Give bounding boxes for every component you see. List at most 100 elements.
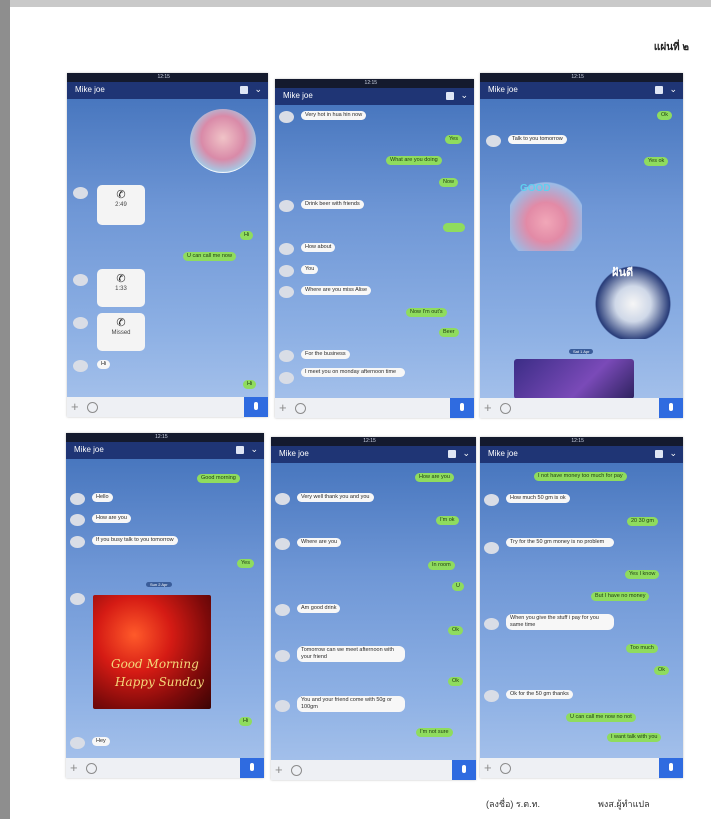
sheet-number-label: แผ่นที่ ๒ xyxy=(653,42,689,53)
chat-message: Hello xyxy=(92,493,113,502)
chat-message: How about xyxy=(301,243,336,252)
chevron-down-icon[interactable]: ⌄ xyxy=(250,444,258,455)
call-log-card[interactable]: ✆ Missed xyxy=(97,313,145,351)
contact-avatar xyxy=(70,536,85,548)
message-input-bar[interactable]: + xyxy=(66,758,264,778)
chat-message: Ok xyxy=(657,111,673,120)
microphone-icon[interactable] xyxy=(659,758,683,778)
chat-message: When you give the stuff i pay for you sa… xyxy=(506,614,614,630)
chat-message: Tomorrow can we meet afternoon with your… xyxy=(297,646,405,662)
menu-icon[interactable] xyxy=(655,86,663,94)
chat-message: Now xyxy=(439,178,459,187)
call-duration: 2:49 xyxy=(115,202,127,208)
chevron-down-icon[interactable]: ⌄ xyxy=(669,448,677,459)
plus-icon[interactable]: + xyxy=(71,399,79,415)
chat-message: I'm ok xyxy=(436,516,459,525)
menu-icon[interactable] xyxy=(655,450,663,458)
chat-message: Hey xyxy=(92,737,110,746)
emoji-icon[interactable] xyxy=(87,402,98,413)
menu-icon[interactable] xyxy=(236,446,244,454)
status-time: 12:15 xyxy=(157,74,170,80)
chat-message: How are you xyxy=(92,514,131,523)
plus-icon[interactable]: + xyxy=(484,400,492,416)
status-bar: 12:15 xyxy=(480,73,683,82)
chat-message: U can call me now no not xyxy=(566,713,636,722)
shared-image[interactable] xyxy=(514,359,634,399)
microphone-icon[interactable] xyxy=(240,758,264,778)
menu-icon[interactable] xyxy=(446,92,454,100)
message-input-bar[interactable]: + xyxy=(480,398,683,418)
chat-message: In room xyxy=(428,561,455,570)
chat-screenshot-4: 12:15 Mike joe ⌄ Good morning Hello How … xyxy=(66,433,264,778)
phone-icon: ✆ xyxy=(116,317,126,329)
microphone-icon[interactable] xyxy=(659,398,683,418)
microphone-icon[interactable] xyxy=(450,398,474,418)
contact-avatar xyxy=(275,538,290,550)
contact-avatar xyxy=(73,187,88,199)
microphone-icon[interactable] xyxy=(244,397,268,417)
contact-avatar xyxy=(484,542,499,554)
chat-message: How much 50 gm is ok xyxy=(506,494,570,503)
emoji-icon[interactable] xyxy=(500,763,511,774)
chat-title: Mike joe xyxy=(279,449,309,458)
chat-message: But I have no money xyxy=(591,592,650,601)
chevron-down-icon[interactable]: ⌄ xyxy=(669,84,677,95)
chat-message: For the business xyxy=(301,350,350,359)
chat-screenshot-6: 12:15 Mike joe ⌄ I not have money too mu… xyxy=(480,437,683,778)
contact-avatar xyxy=(70,514,85,526)
emoji-icon[interactable] xyxy=(295,403,306,414)
plus-icon[interactable]: + xyxy=(275,762,283,778)
message-input-bar[interactable]: + xyxy=(480,758,683,778)
contact-avatar xyxy=(486,135,501,147)
chat-title: Mike joe xyxy=(488,449,518,458)
sticker-caption: ฝันดี xyxy=(612,267,634,279)
page-left-border xyxy=(0,0,10,819)
status-bar: 12:15 xyxy=(67,73,268,82)
translator-label: พงส.ผู้ทำแปล xyxy=(598,799,650,809)
good-morning-image[interactable]: Good Morning Happy Sunday xyxy=(93,595,211,709)
chat-message: U xyxy=(452,582,464,591)
chat-message: Am good drink xyxy=(297,604,341,613)
chat-message: Where are you miss Alise xyxy=(301,286,372,295)
menu-icon[interactable] xyxy=(448,450,456,458)
chat-title: Mike joe xyxy=(488,85,518,94)
contact-avatar xyxy=(275,650,290,662)
chat-message: Ok xyxy=(448,626,464,635)
chat-message: Try for the 50 gm money is no problem xyxy=(506,538,614,547)
chat-message: I not have money too much for pay xyxy=(534,472,627,481)
message-input-bar[interactable]: + xyxy=(271,760,476,780)
chat-message: Yes I know xyxy=(625,570,660,579)
contact-avatar xyxy=(73,317,88,329)
chat-message: How are you xyxy=(415,473,454,482)
chat-header: Mike joe ⌄ xyxy=(480,446,683,463)
chat-message: Ok xyxy=(654,666,670,675)
contact-avatar xyxy=(279,350,294,362)
chevron-down-icon[interactable]: ⌄ xyxy=(460,90,468,101)
emoji-icon[interactable] xyxy=(86,763,97,774)
emoji-icon[interactable] xyxy=(291,765,302,776)
menu-icon[interactable] xyxy=(240,86,248,94)
plus-icon[interactable]: + xyxy=(279,400,287,416)
call-duration: 1:33 xyxy=(115,286,127,292)
contact-avatar xyxy=(279,286,294,298)
call-log-card[interactable]: ✆ 2:49 xyxy=(97,185,145,225)
call-log-card[interactable]: ✆ 1:33 xyxy=(97,269,145,307)
plus-icon[interactable]: + xyxy=(70,760,78,776)
chat-message: Beer xyxy=(439,328,459,337)
chat-message: U can call me now xyxy=(183,252,236,261)
chevron-down-icon[interactable]: ⌄ xyxy=(462,448,470,459)
status-time: 12:15 xyxy=(155,434,168,440)
message-input-bar[interactable]: + xyxy=(275,398,474,418)
emoji-icon[interactable] xyxy=(500,403,511,414)
good-night-sticker: GOOD xyxy=(510,179,582,251)
status-time: 12:15 xyxy=(364,80,378,86)
chat-message: What are you doing xyxy=(386,156,442,165)
microphone-icon[interactable] xyxy=(452,760,476,780)
contact-avatar xyxy=(484,690,499,702)
plus-icon[interactable]: + xyxy=(484,760,492,776)
chat-title: Mike joe xyxy=(283,91,313,100)
status-bar: 12:15 xyxy=(271,437,476,446)
chevron-down-icon[interactable]: ⌄ xyxy=(254,84,262,95)
message-input-bar[interactable]: + xyxy=(67,397,268,417)
chat-message: If you busy talk to you tomorrow xyxy=(92,536,178,545)
